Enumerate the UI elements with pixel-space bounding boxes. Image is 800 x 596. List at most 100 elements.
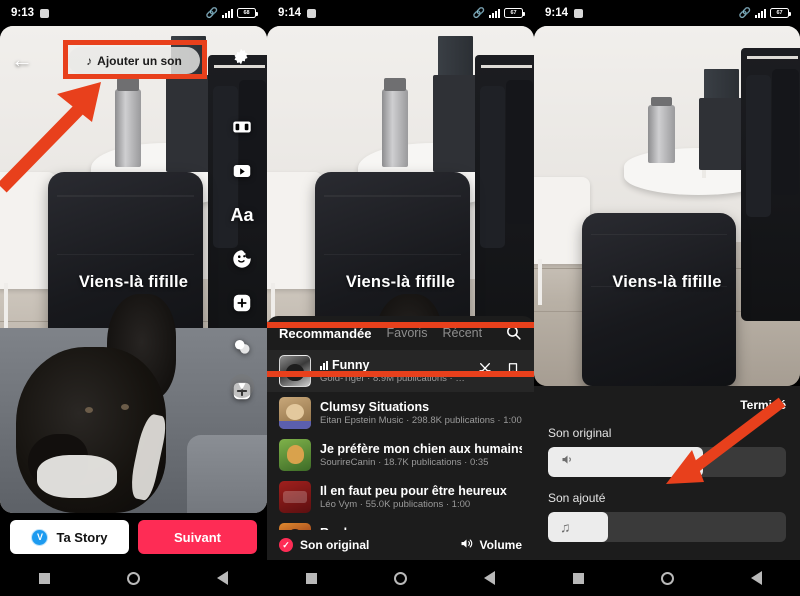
battery-icon-1: 68 xyxy=(237,8,258,18)
equalizer-icon xyxy=(320,360,328,370)
sound-picker-sheet: Recommandée Favoris Récent Funny Gold-Ti… xyxy=(267,316,534,560)
music-note-icon: ♫ xyxy=(560,519,571,535)
effects-icon[interactable] xyxy=(229,290,255,316)
gear-icon[interactable] xyxy=(230,47,254,71)
list-item[interactable]: Il en faut peu pour être heureux Léo Vym… xyxy=(267,476,534,518)
triangle-back-icon[interactable] xyxy=(484,571,496,585)
sound-info: Je préfère mon chien aux humains Sourire… xyxy=(320,442,522,468)
sound-info: Clumsy Situations Eitan Epstein Music · … xyxy=(320,400,522,426)
sound-title: Je préfère mon chien aux humains xyxy=(320,442,522,456)
music-note-icon: ♪ xyxy=(86,53,93,68)
triangle-back-icon[interactable] xyxy=(217,571,229,585)
editor-tool-rail: Aa xyxy=(226,114,258,404)
square-recents-icon[interactable] xyxy=(38,572,50,584)
vpn-link-icon-2: 🔗 xyxy=(472,7,485,19)
volume-button-label: Volume xyxy=(479,538,522,552)
avatar: V xyxy=(31,528,49,546)
original-sound-slider[interactable] xyxy=(548,447,786,477)
sound-title-row: Funny xyxy=(320,358,468,372)
post-to-story-button[interactable]: V Ta Story xyxy=(10,520,129,554)
video-stage-1: Viens-là fifille ← ♪ Ajouter un son Aa ▼… xyxy=(0,26,267,596)
volume-button[interactable]: Volume xyxy=(459,536,522,554)
video-caption-2: Viens-là fifille xyxy=(345,273,456,291)
status-app-dot-icon-1 xyxy=(40,8,50,18)
status-bar-3: 9:14 🔗 67 xyxy=(534,0,800,26)
video-preview-3[interactable] xyxy=(534,26,800,386)
slider-fill-original xyxy=(548,447,703,477)
tab-recent[interactable]: Récent xyxy=(442,326,482,340)
speaker-icon xyxy=(560,452,575,472)
status-left-2: 9:14 xyxy=(278,7,317,19)
status-left-1: 9:13 xyxy=(11,7,50,19)
network-4g-icon-2 xyxy=(489,8,500,18)
square-recents-icon[interactable] xyxy=(305,572,317,584)
filters-icon[interactable] xyxy=(229,334,255,360)
status-app-dot-icon-3 xyxy=(574,8,584,18)
story-button-label: Ta Story xyxy=(56,529,108,545)
scene-dog-paws-1 xyxy=(37,454,118,499)
status-time-1: 9:13 xyxy=(11,7,35,19)
sticker-icon[interactable] xyxy=(229,246,255,272)
sound-info: Il en faut peu pour être heureux Léo Vym… xyxy=(320,484,522,510)
added-sound-slider-label: Son ajouté xyxy=(548,491,606,505)
status-app-dot-icon-2 xyxy=(307,8,317,18)
sound-meta: SourireCanin · 18.7K publications · 0:35 xyxy=(320,457,489,468)
sound-thumbnail xyxy=(279,523,311,530)
tab-favoris[interactable]: Favoris xyxy=(386,326,427,340)
annotation-line-below-funny xyxy=(267,371,534,377)
list-item[interactable]: Clumsy Situations Eitan Epstein Music · … xyxy=(267,392,534,434)
speaker-icon xyxy=(459,536,474,554)
vpn-link-icon-3: 🔗 xyxy=(738,7,751,19)
sound-title: Il en faut peu pour être heureux xyxy=(320,484,507,498)
video-stage-2: Viens-là fifille Recommandée Favoris Réc… xyxy=(267,26,534,596)
circle-home-icon[interactable] xyxy=(126,571,140,585)
list-item[interactable]: Je préfère mon chien aux humains Sourire… xyxy=(267,434,534,476)
panel-volume-mixer: 9:14 🔗 67 Viens-là fifille Terminé Son o… xyxy=(534,0,800,596)
status-time-3: 9:14 xyxy=(545,7,569,19)
status-left-3: 9:14 xyxy=(545,7,584,19)
network-4g-icon-3 xyxy=(755,8,766,18)
annotation-line-above-funny xyxy=(267,322,534,328)
check-circle-icon: ✓ xyxy=(279,538,293,552)
text-icon[interactable]: Aa xyxy=(229,202,255,228)
status-right-1: 🔗 68 xyxy=(205,7,258,19)
vpn-link-icon-1: 🔗 xyxy=(205,7,218,19)
triangle-back-icon[interactable] xyxy=(750,571,762,585)
sound-meta: Léo Vym · 55.0K publications · 1:00 xyxy=(320,499,471,510)
sound-title: Funny xyxy=(332,358,370,372)
editor-topbar-1: ← ♪ Ajouter un son xyxy=(0,44,267,78)
video-stage-3: Viens-là fifille Terminé Son original So… xyxy=(534,26,800,596)
added-sound-slider[interactable]: ♫ xyxy=(548,512,786,542)
sound-thumbnail xyxy=(279,439,311,471)
panel-video-editor: 9:13 🔗 68 Viens-là fifille ← ♪ Ajouter u… xyxy=(0,0,267,596)
list-item[interactable]: Rocky International Band · 55.2K publica… xyxy=(267,518,534,530)
sound-list[interactable]: Funny Gold-Tiger · 8.9M publications · 1… xyxy=(267,350,534,530)
done-button[interactable]: Terminé xyxy=(548,398,786,412)
chevron-down-icon[interactable]: ▼ xyxy=(230,374,254,398)
next-button-label: Suivant xyxy=(174,529,221,545)
volume-sheet: Terminé Son original Son ajouté ♫ xyxy=(534,386,800,560)
status-time-2: 9:14 xyxy=(278,7,302,19)
status-bar-1: 9:13 🔗 68 xyxy=(0,0,267,26)
sound-sheet-footer: ✓ Son original Volume xyxy=(267,530,534,560)
network-4g-icon-1 xyxy=(222,8,233,18)
add-sound-button[interactable]: ♪ Ajouter un son xyxy=(68,47,200,74)
circle-home-icon[interactable] xyxy=(393,571,407,585)
original-sound-toggle[interactable]: ✓ Son original xyxy=(279,538,369,552)
square-recents-icon[interactable] xyxy=(572,572,584,584)
android-navbar-3 xyxy=(534,560,800,596)
sound-thumbnail xyxy=(279,397,311,429)
next-button[interactable]: Suivant xyxy=(138,520,257,554)
status-bar-2: 9:14 🔗 67 xyxy=(267,0,534,26)
android-navbar-1 xyxy=(0,560,267,596)
three-panel-tutorial: 9:13 🔗 68 Viens-là fifille ← ♪ Ajouter u… xyxy=(0,0,800,596)
circle-home-icon[interactable] xyxy=(660,571,674,585)
flip-camera-icon[interactable] xyxy=(229,114,255,140)
panel-sound-picker: 9:14 🔗 67 Viens-là fifille Recommandée F… xyxy=(267,0,534,596)
original-sound-slider-label: Son original xyxy=(548,426,612,440)
scene-cup-holder-1 xyxy=(165,74,211,173)
status-right-2: 🔗 67 xyxy=(472,7,525,19)
speed-icon[interactable] xyxy=(229,158,255,184)
back-arrow-icon[interactable]: ← xyxy=(9,47,35,73)
battery-icon-2: 67 xyxy=(504,8,525,18)
